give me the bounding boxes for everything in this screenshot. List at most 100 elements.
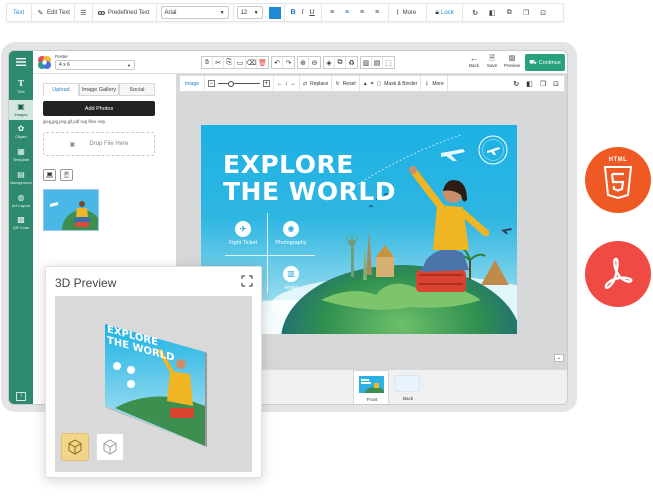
help-icon[interactable]: ↑ <box>16 392 26 401</box>
edit-text-button[interactable]: ✎ Edit Text <box>32 4 75 21</box>
underline-button[interactable]: U <box>310 9 315 16</box>
feature-flight[interactable]: ✈ Fight Ticket <box>226 221 260 246</box>
align-left-icon[interactable]: ≡ <box>328 8 337 17</box>
drop-label: Drop File Here <box>89 141 129 147</box>
arrange-icon[interactable]: ❐ <box>522 8 531 17</box>
move-arrows[interactable]: ← ↕ → <box>274 76 300 91</box>
size-slider-track[interactable] <box>217 80 260 87</box>
image-size-slider[interactable]: − + <box>205 76 274 91</box>
rail-item-template[interactable]: ▦ Template <box>9 147 33 162</box>
zoom-out-icon[interactable]: ⊖ <box>309 57 320 68</box>
background-icon: ▤ <box>17 170 25 179</box>
arrow-up-down-icon[interactable]: ↕ <box>285 81 288 87</box>
page-back[interactable]: Back <box>390 370 426 404</box>
cut-icon[interactable]: ✂︎ <box>213 57 224 68</box>
rail-item-images[interactable]: ▣ Images <box>9 100 33 120</box>
rail-item-text[interactable]: T Text <box>9 79 33 95</box>
tab-image-gallery[interactable]: Image Gallery <box>79 83 119 96</box>
copy-icon[interactable]: ⎘ <box>224 57 235 68</box>
delete-icon[interactable]: 🗑︎ <box>257 57 268 68</box>
save-button[interactable]: 🗎︎ Save <box>485 54 499 68</box>
font-family-select[interactable]: Arial ▼ <box>160 6 229 19</box>
align-justify-icon[interactable]: ≡ <box>373 8 382 17</box>
expand-icon[interactable] <box>241 275 253 287</box>
layers-icon[interactable]: ◈ <box>324 57 335 68</box>
opacity-icon[interactable]: ◧ <box>526 80 533 88</box>
image-tab[interactable]: Image <box>180 76 205 91</box>
pdf-format-badge <box>585 241 651 307</box>
continue-button[interactable]: ⛟ Continue <box>525 54 565 71</box>
preview-button[interactable]: ▨ Preview <box>502 54 522 68</box>
rotate-icon[interactable]: ↻ <box>471 8 480 17</box>
plus-icon[interactable]: + <box>262 80 270 87</box>
predefined-text-button[interactable]: ꝏ Predefined Text <box>93 4 157 21</box>
text-color-swatch[interactable] <box>268 6 281 19</box>
edit-tools: ✋︎ ✂︎ ⎘ ▭ ⌫ 🗑︎ ↶ ↷ ⊕ ⊖ ◈ ⧉ ♻ ▥ ▤ ⬚ <box>201 56 397 69</box>
grid-icon[interactable]: ▥ <box>361 57 372 68</box>
poster-headline-line2[interactable]: THE WORLD <box>223 178 396 205</box>
predefined-text-label: Predefined Text <box>107 9 150 16</box>
flip-icon[interactable]: ⧉ <box>505 8 514 17</box>
bleed-icon[interactable]: ⬚ <box>383 57 394 68</box>
redo-icon[interactable]: ↷ <box>283 57 294 68</box>
rail-item-qr-code[interactable]: ▩ QR Code <box>9 215 33 230</box>
add-photos-button[interactable]: Add Photos <box>43 101 155 116</box>
view-box-button[interactable] <box>96 433 124 461</box>
tab-upload[interactable]: Upload <box>43 83 79 96</box>
uploaded-image-thumbnail[interactable] <box>43 189 99 231</box>
more-button[interactable]: ⋮ More <box>389 4 428 21</box>
arrow-right-icon[interactable]: → <box>290 81 296 87</box>
hamburger-menu-icon[interactable] <box>16 58 26 66</box>
minus-icon[interactable]: − <box>207 80 215 87</box>
arrange-icon[interactable]: ❐ <box>540 80 546 88</box>
mask-border-button[interactable]: ▲ ⌗ ▢ Mask & Border <box>360 76 422 91</box>
mobile-upload-icon[interactable]: 📱︎ <box>60 169 73 181</box>
replace-button[interactable]: ⇄ Replace <box>300 76 333 91</box>
undo-icon[interactable]: ↶ <box>272 57 283 68</box>
hand-tool-icon[interactable]: ✋︎ <box>202 57 213 68</box>
rail-item-art-layout[interactable]: ◍ Art Layout <box>9 193 33 208</box>
duplicate-icon[interactable]: ⧉ <box>335 57 346 68</box>
crop-icon[interactable]: ⊡ <box>553 80 559 88</box>
feature-photography[interactable]: ◉ Photography <box>271 221 311 246</box>
view-3d-button[interactable] <box>61 433 89 461</box>
lock-button[interactable]: 🔒︎ Lock <box>427 4 463 21</box>
back-button[interactable]: ← Back <box>467 54 481 68</box>
feature-hotel[interactable]: ▥ Hotel <box>271 266 311 291</box>
sliders-icon: ☰ <box>80 9 87 17</box>
clipart-icon: ✿ <box>17 124 25 133</box>
zoom-in-icon[interactable]: ⊕ <box>298 57 309 68</box>
ruler-icon[interactable]: ▤ <box>372 57 383 68</box>
poster-headline-line1[interactable]: EXPLORE <box>223 151 396 178</box>
share-icon[interactable]: ♻ <box>346 57 357 68</box>
reset-button[interactable]: ↻ Reset <box>332 76 360 91</box>
drop-zone[interactable]: ▣ Drop File Here <box>43 132 155 156</box>
rail-item-clipart[interactable]: ✿ Clipart <box>9 124 33 139</box>
align-right-icon[interactable]: ≡ <box>358 8 367 17</box>
size-select[interactable]: 4 x 6 ▼ <box>55 60 135 70</box>
bold-button[interactable]: B <box>291 9 296 16</box>
predefined-text-icon: ꝏ <box>97 9 106 17</box>
rotate-icon[interactable]: ↻ <box>513 80 519 88</box>
text-settings-button[interactable]: ☰ <box>75 4 93 21</box>
arrow-left-icon[interactable]: ← <box>277 81 283 87</box>
align-center-icon[interactable]: ≡ <box>343 8 352 17</box>
collapse-icon[interactable]: ⌄ <box>554 354 564 362</box>
slider-handle[interactable] <box>227 80 234 87</box>
image-more-button[interactable]: ⋮ More <box>421 76 448 91</box>
chevron-down-icon: ▼ <box>127 62 131 68</box>
more-dots-icon: ⋮ <box>424 80 430 87</box>
paste-icon[interactable]: ▭ <box>235 57 246 68</box>
clear-icon[interactable]: ⌫ <box>246 57 257 68</box>
rail-item-background[interactable]: ▤ Background <box>9 170 33 185</box>
tab-social[interactable]: Social <box>119 83 155 96</box>
italic-button[interactable]: I <box>302 9 304 16</box>
html5-format-badge: HTML <box>585 147 651 213</box>
page-front[interactable]: Front <box>353 370 389 404</box>
opacity-icon[interactable]: ◧ <box>488 8 497 17</box>
laptop-upload-icon[interactable]: 💻︎ <box>43 169 56 181</box>
crop-icon[interactable]: ⊡ <box>539 8 548 17</box>
app-logo-icon <box>37 55 52 70</box>
font-size-select[interactable]: 12 ▼ <box>236 6 263 19</box>
cart-icon: ⛟ <box>529 59 537 66</box>
